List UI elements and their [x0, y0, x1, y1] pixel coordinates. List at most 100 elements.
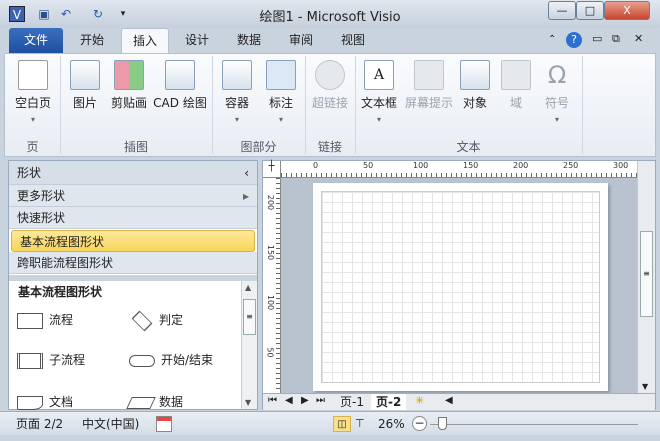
doc-close-icon[interactable]: ✕: [634, 32, 643, 45]
chevron-right-icon: ▸: [242, 189, 249, 203]
presentation-view-icon[interactable]: ⊤: [355, 416, 365, 432]
shape-process[interactable]: 流程: [17, 311, 73, 329]
ruler-tick-label: 150: [266, 244, 276, 261]
field-label: 域: [509, 96, 522, 110]
last-page-icon[interactable]: ⏭: [316, 395, 325, 406]
field-button[interactable]: 域: [499, 58, 533, 111]
tab-data[interactable]: 数据: [227, 28, 271, 53]
process-shape-icon: [17, 312, 43, 329]
tab-view[interactable]: 视图: [331, 28, 375, 53]
textbox-icon: A: [364, 60, 394, 90]
next-page-icon[interactable]: ▶: [301, 395, 309, 406]
collapse-icon[interactable]: ‹: [244, 161, 249, 185]
callout-button[interactable]: 标注 ▾: [259, 58, 303, 124]
shape-label: 判定: [159, 313, 184, 327]
textbox-button[interactable]: A 文本框 ▾: [357, 58, 401, 124]
group-label-page: 页: [26, 140, 39, 154]
scroll-up-icon[interactable]: ▲: [245, 283, 251, 292]
scroll-thumb[interactable]: ≡: [243, 299, 256, 335]
doc-minimize-icon[interactable]: ▭: [592, 32, 602, 45]
symbol-label: 符号: [544, 96, 569, 110]
dropdown-arrow-icon: ▾: [278, 115, 283, 124]
screentip-button[interactable]: 屏幕提示: [401, 58, 457, 111]
ruler-tick-label: 300: [613, 161, 629, 170]
drawing-page[interactable]: [313, 183, 608, 391]
shape-label: 子流程: [49, 353, 86, 367]
page-tab-2[interactable]: 页-2: [371, 394, 407, 410]
doc-restore-icon[interactable]: ⧉: [612, 32, 620, 46]
page-number-status[interactable]: 页面 2/2: [16, 416, 63, 432]
clipart-button[interactable]: 剪贴画: [107, 58, 151, 111]
blank-page-button[interactable]: 空白页 ▾: [9, 58, 57, 124]
tab-insert[interactable]: 插入: [121, 28, 169, 54]
object-button[interactable]: 对象: [457, 58, 493, 111]
zoom-slider-track[interactable]: [430, 424, 638, 425]
cad-drawing-label: CAD 绘图: [153, 96, 207, 110]
shape-decision[interactable]: 判定: [129, 310, 184, 331]
more-shapes[interactable]: 更多形状 ▸: [9, 185, 257, 207]
first-page-icon[interactable]: ⏮: [268, 395, 277, 406]
scroll-thumb[interactable]: ≡: [640, 231, 653, 317]
scroll-down-icon[interactable]: ▼: [245, 398, 251, 407]
language-status[interactable]: 中文(中国): [82, 416, 139, 432]
help-icon[interactable]: ?: [566, 32, 582, 48]
page-grid: [321, 191, 600, 383]
cad-drawing-button[interactable]: CAD 绘图: [151, 58, 209, 111]
symbol-button[interactable]: Ω 符号 ▾: [539, 58, 575, 124]
hyperlink-button[interactable]: 超链接: [307, 58, 353, 111]
ruler-tick-label: 100: [413, 161, 429, 170]
scroll-down-icon[interactable]: ▼: [642, 382, 648, 391]
field-icon: [501, 60, 531, 90]
container-label: 容器: [224, 96, 249, 110]
insert-page-icon[interactable]: ✳: [415, 394, 424, 407]
cross-functional-flowchart-shapes[interactable]: 跨职能流程图形状: [9, 252, 257, 274]
terminator-shape-icon: [129, 354, 155, 367]
minimize-button[interactable]: —: [548, 1, 576, 20]
canvas-vertical-scrollbar[interactable]: ≡ ▼: [637, 161, 655, 393]
basic-flowchart-shapes[interactable]: 基本流程图形状: [11, 230, 255, 252]
shape-data[interactable]: 数据: [126, 393, 184, 410]
shape-label: 文档: [49, 395, 74, 409]
minimize-ribbon-icon[interactable]: ⌃: [548, 34, 556, 45]
normal-view-icon[interactable]: ◫: [333, 416, 351, 432]
splitter[interactable]: [9, 275, 257, 281]
ruler-tick-label: 200: [513, 161, 529, 170]
ruler-tick-label: 150: [463, 161, 479, 170]
tab-home[interactable]: 开始: [70, 28, 114, 53]
cad-drawing-icon: [165, 60, 195, 90]
ruler-tick-label: 0: [313, 161, 319, 170]
dropdown-arrow-icon: ▾: [234, 115, 239, 124]
scroll-left-icon[interactable]: ◀: [445, 395, 453, 406]
shape-document[interactable]: 文档: [17, 393, 73, 410]
maximize-button[interactable]: □: [576, 1, 604, 20]
shape-subprocess[interactable]: 子流程: [17, 351, 85, 369]
tab-review[interactable]: 审阅: [279, 28, 323, 53]
clipart-label: 剪贴画: [110, 96, 147, 110]
blank-page-icon: [18, 60, 48, 90]
shape-label: 开始/结束: [161, 353, 214, 367]
more-shapes-label: 更多形状: [17, 189, 66, 203]
zoom-out-icon[interactable]: −: [412, 416, 427, 431]
shape-start-end[interactable]: 开始/结束: [129, 351, 213, 368]
textbox-label: 文本框: [360, 96, 397, 110]
tab-design[interactable]: 设计: [175, 28, 219, 53]
prev-page-icon[interactable]: ◀: [285, 395, 293, 406]
stencil-scrollbar[interactable]: ▲ ≡ ▼: [241, 281, 257, 409]
zoom-slider-thumb[interactable]: [438, 417, 447, 430]
shape-label: 数据: [159, 395, 184, 409]
container-button[interactable]: 容器 ▾: [215, 58, 259, 124]
ribbon: 空白页 ▾ 图片 剪贴画 CAD 绘图 容器 ▾ 标注 ▾ 超链接 A 文本框 ▾ 屏幕提…: [4, 53, 656, 157]
vertical-ruler: 200 150 100 50: [263, 178, 281, 393]
drawing-area: ┼ 0 50 100 150 200 250 300 200 150 100 5…: [262, 160, 656, 410]
tab-file[interactable]: 文件: [9, 28, 63, 53]
group-label-diagram-parts: 图部分: [240, 140, 277, 154]
close-button[interactable]: X: [604, 1, 650, 20]
quick-shapes[interactable]: 快速形状: [9, 207, 257, 229]
screentip-icon: [414, 60, 444, 90]
page-tab-1[interactable]: 页-1: [335, 394, 369, 410]
zoom-level[interactable]: 26%: [378, 416, 405, 432]
picture-button[interactable]: 图片: [65, 58, 105, 111]
macro-icon[interactable]: [156, 416, 172, 432]
clipart-icon: [114, 60, 144, 90]
shapes-panel: 形状 ‹ 更多形状 ▸ 快速形状 基本流程图形状 跨职能流程图形状 基本流程图形状 …: [8, 160, 258, 410]
